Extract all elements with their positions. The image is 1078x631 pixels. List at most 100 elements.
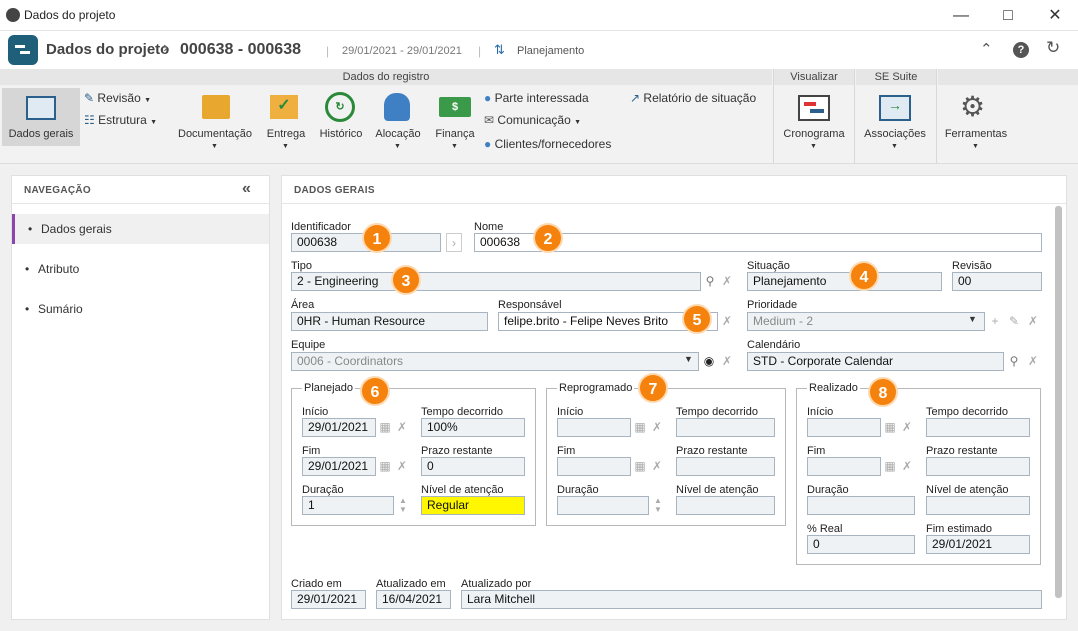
historico-button[interactable]: ↻ Histórico: [316, 89, 366, 159]
planejado-duracao-field[interactable]: 1: [302, 496, 394, 515]
collapse-icon[interactable]: ⌃: [980, 40, 993, 58]
clear-icon[interactable]: ✗: [719, 272, 735, 291]
chevron-down-icon: ▼: [684, 354, 693, 364]
reprogramado-fim-field[interactable]: [557, 457, 631, 476]
chevron-down-icon: ▼: [968, 314, 977, 324]
realizado-prazo-field: [926, 457, 1030, 476]
estrutura-button[interactable]: ☷ Estrutura ▼: [84, 113, 157, 127]
callout-badge: 7: [638, 373, 668, 403]
callout-badge: 5: [682, 304, 712, 334]
group-dados-registro: Dados do registro: [0, 69, 772, 85]
client-icon: ●: [484, 137, 492, 151]
planejado-tempo-field: 100%: [421, 418, 525, 437]
ribbon-toolbar: Dados do registro Visualizar SE Suite Da…: [0, 69, 1078, 164]
fim-label: Fim: [807, 445, 826, 457]
calendar-icon[interactable]: ▦: [377, 457, 393, 476]
dados-gerais-button[interactable]: Dados gerais: [2, 88, 80, 146]
section-title: DADOS GERAIS: [294, 185, 375, 196]
clear-icon[interactable]: ✗: [394, 457, 410, 476]
parte-interessada-button[interactable]: ● Parte interessada: [484, 91, 589, 105]
vertical-scrollbar[interactable]: [1055, 206, 1062, 598]
nivel-label: Nível de atenção: [926, 484, 1009, 496]
stepper-icon[interactable]: ▲ ▼: [395, 496, 411, 515]
chevron-right-icon: ›: [163, 39, 169, 56]
reprogramado-tempo-field: [676, 418, 775, 437]
search-icon[interactable]: ⚲: [702, 272, 718, 291]
alocacao-button[interactable]: Alocação ▼: [372, 89, 424, 159]
calendar-icon[interactable]: ▦: [632, 418, 648, 437]
nivel-label: Nível de atenção: [676, 484, 759, 496]
folder-icon: [202, 95, 230, 119]
real-label: % Real: [807, 523, 843, 535]
clear-icon[interactable]: ✗: [649, 457, 665, 476]
realizado-inicio-field[interactable]: [807, 418, 881, 437]
documentacao-button[interactable]: Documentação ▼: [172, 89, 258, 159]
ferramentas-button[interactable]: ⚙ Ferramentas ▼: [940, 89, 1012, 159]
clear-icon[interactable]: ✗: [899, 418, 915, 437]
nav-item-dados-gerais[interactable]: • Dados gerais: [12, 214, 269, 244]
help-icon[interactable]: ?: [1013, 42, 1029, 58]
planejado-fim-field[interactable]: 29/01/2021: [302, 457, 376, 476]
binoculars-icon[interactable]: ◉: [701, 352, 717, 371]
money-icon: $: [439, 97, 471, 117]
atualizado-field: 16/04/2021: [376, 590, 451, 609]
chart-icon: ↗: [630, 91, 641, 105]
clear-icon[interactable]: ✗: [394, 418, 410, 437]
close-icon[interactable]: ✕: [1032, 0, 1078, 31]
associacoes-button[interactable]: → Associações ▼: [857, 89, 933, 159]
collapse-panel-icon[interactable]: «: [242, 180, 251, 198]
calendario-label: Calendário: [747, 339, 801, 351]
situacao-label: Situação: [747, 260, 790, 272]
reprogramado-duracao-field[interactable]: [557, 496, 649, 515]
nav-item-atributo[interactable]: • Atributo: [12, 254, 269, 284]
people-icon: ●: [484, 91, 492, 105]
add-icon[interactable]: +: [987, 312, 1003, 331]
prioridade-select[interactable]: Medium - 2: [747, 312, 985, 331]
realizado-title: Realizado: [807, 382, 860, 394]
calendar-icon[interactable]: ▦: [377, 418, 393, 437]
realizado-fim-estimado-field: 29/01/2021: [926, 535, 1030, 554]
calendario-field[interactable]: STD - Corporate Calendar: [747, 352, 1004, 371]
calendar-icon[interactable]: ▦: [882, 457, 898, 476]
nivel-label: Nível de atenção: [421, 484, 504, 496]
clear-icon[interactable]: ✗: [719, 312, 735, 331]
relatorio-situacao-button[interactable]: ↗ Relatório de situação: [630, 91, 756, 105]
planejado-title: Planejado: [302, 382, 355, 394]
revisao-button[interactable]: ✎ Revisão ▼: [84, 91, 151, 105]
clientes-fornecedores-button[interactable]: ● Clientes/fornecedores: [484, 137, 611, 151]
project-logo-icon: [8, 35, 38, 65]
page-header: Dados do projeto › 000638 - 000638 | 29/…: [0, 31, 1078, 69]
refresh-icon[interactable]: ↻: [1046, 38, 1060, 58]
duracao-label: Duração: [807, 484, 849, 496]
financa-button[interactable]: $ Finança ▼: [430, 89, 480, 159]
equipe-select[interactable]: 0006 - Coordinators: [291, 352, 699, 371]
comunicacao-button[interactable]: ✉ Comunicação ▼: [484, 113, 581, 127]
clear-icon[interactable]: ✗: [1025, 312, 1041, 331]
calendar-icon[interactable]: ▦: [882, 418, 898, 437]
nav-item-sumario[interactable]: • Sumário: [12, 294, 269, 324]
callout-badge: 1: [362, 223, 392, 253]
history-icon: ↻: [325, 92, 355, 122]
app-icon: [6, 8, 20, 22]
planejado-inicio-field[interactable]: 29/01/2021: [302, 418, 376, 437]
clear-icon[interactable]: ✗: [649, 418, 665, 437]
clear-icon[interactable]: ✗: [1025, 352, 1041, 371]
stepper-icon[interactable]: ▲ ▼: [650, 496, 666, 515]
next-arrow-icon[interactable]: ›: [446, 233, 462, 252]
nome-label: Nome: [474, 221, 504, 233]
tipo-field[interactable]: 2 - Engineering: [291, 272, 701, 291]
clear-icon[interactable]: ✗: [899, 457, 915, 476]
realizado-fim-field[interactable]: [807, 457, 881, 476]
entrega-button[interactable]: ✓ Entrega ▼: [262, 89, 310, 159]
reprogramado-inicio-field[interactable]: [557, 418, 631, 437]
edit-icon: ✎: [84, 91, 95, 105]
search-icon[interactable]: ⚲: [1006, 352, 1022, 371]
cronograma-button[interactable]: Cronograma ▼: [776, 89, 852, 159]
maximize-icon[interactable]: □: [985, 0, 1031, 31]
calendar-icon[interactable]: ▦: [632, 457, 648, 476]
inicio-label: Início: [557, 406, 584, 418]
navigation-panel: NAVEGAÇÃO « • Dados gerais • Atributo • Sum…: [11, 175, 270, 620]
edit-icon[interactable]: ✎: [1006, 312, 1022, 331]
clear-icon[interactable]: ✗: [719, 352, 735, 371]
minimize-icon[interactable]: —: [938, 0, 984, 31]
